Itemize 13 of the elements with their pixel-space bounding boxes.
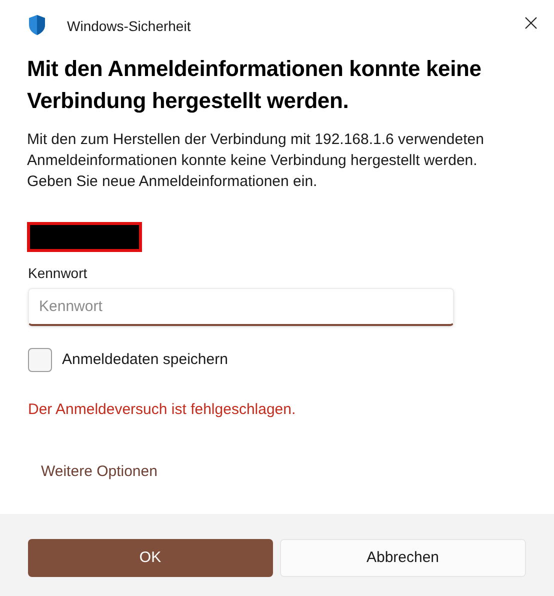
ok-button[interactable]: OK (28, 539, 272, 577)
dialog-heading: Mit den Anmeldeinformationen konnte keine Verbindung hergestellt werden. (27, 55, 482, 115)
dialog-message: Mit den zum Herstellen der Verbindung mit 192.168.1.6 verwendeten Anmeldeinformationen konnte keine Verbindung hergestellt werden. Geben Sie neue Anmeldeinformationen ein. (27, 130, 485, 192)
error-message: Der Anmeldeversuch ist fehlgeschlagen. (28, 400, 297, 420)
password-field[interactable]: Kennwort (28, 288, 454, 326)
remember-checkbox[interactable] (28, 348, 52, 372)
close-icon (525, 17, 537, 29)
shield-icon (28, 14, 46, 36)
cancel-button[interactable]: Abbrechen (280, 539, 526, 577)
more-options-link[interactable]: Weitere Optionen (41, 460, 158, 483)
remember-label: Anmeldedaten speichern (62, 350, 228, 370)
password-label: Kennwort (28, 264, 88, 283)
window-title: Windows-Sicherheit (67, 17, 191, 36)
